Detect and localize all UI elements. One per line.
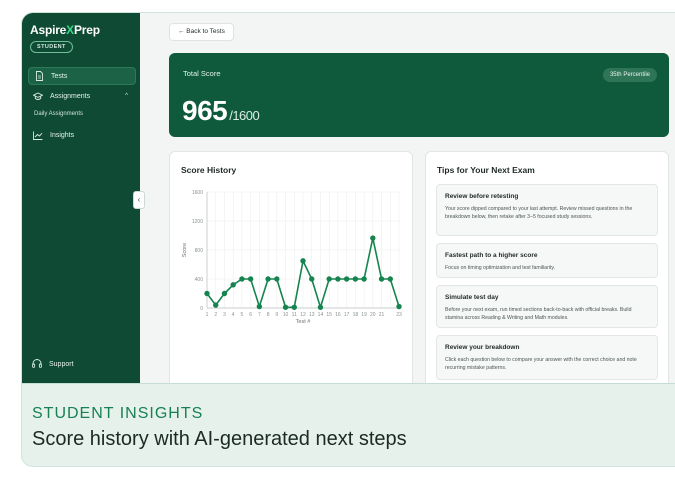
sidebar-item-daily-assignments[interactable]: Daily Assignments [34, 111, 83, 117]
caption-kicker: STUDENT INSIGHTS [32, 405, 204, 422]
x-tick-label: 15 [326, 312, 332, 318]
percentile-badge: 35th Percentile [602, 68, 657, 82]
chevron-up-icon: ^ [125, 93, 128, 99]
total-score-max: /1600 [229, 108, 260, 123]
x-tick-label: 6 [249, 312, 252, 318]
data-point [300, 258, 306, 264]
tip-body: Click each question below to compare you… [445, 357, 637, 372]
data-point [343, 276, 350, 282]
data-point [247, 276, 254, 282]
score-history-chart: 0400800120016001 2 3 4 5 6 7 8 9 10 11 12 13 14 15 16 17… [182, 190, 402, 325]
sidebar-item-assignments[interactable]: Assignments ^ [28, 87, 136, 105]
data-point [213, 302, 219, 308]
support-link[interactable]: Support [32, 359, 74, 370]
graduation-cap-icon [33, 91, 43, 101]
x-tick-label: 8 [267, 312, 270, 318]
x-tick-label: 9 [275, 312, 278, 318]
x-tick-label: 1 [206, 312, 209, 318]
y-tick-label: 1200 [192, 219, 203, 225]
tip-body: Your score dipped compared to your last … [445, 206, 633, 221]
total-score-card: Total Score 965/1600 35th Percentile [169, 53, 669, 137]
main-content: ← Back to Tests Total Score 965/1600 35t… [140, 13, 675, 391]
x-tick-label: 19 [361, 312, 367, 318]
caption-title: Score history with AI-generated next ste… [32, 428, 407, 450]
y-tick-label: 400 [195, 277, 204, 283]
total-score-value: 965/1600 [182, 95, 260, 126]
data-point [370, 235, 376, 241]
data-point [291, 304, 297, 310]
support-label: Support [49, 361, 74, 368]
data-point [282, 304, 289, 310]
x-tick-label: 17 [344, 312, 350, 318]
x-tick-label: 4 [232, 312, 235, 318]
tip-body: Before your next exam, run timed section… [445, 307, 632, 322]
sidebar-item-tests[interactable]: Tests [28, 67, 136, 85]
tip-title: Review before retesting [445, 193, 519, 200]
data-point [396, 303, 402, 310]
x-tick-label: 10 [283, 312, 289, 318]
tip-card[interactable]: Review before retesting Your score dippe… [436, 184, 658, 236]
line-chart-icon [33, 130, 43, 140]
sidebar: AspireXPrep STUDENT Tests Assignments ^ … [22, 13, 140, 383]
back-to-tests-button[interactable]: ← Back to Tests [169, 23, 234, 41]
x-tick-label: 16 [335, 312, 341, 318]
tip-title: Review your breakdown [445, 344, 520, 351]
tip-card[interactable]: Simulate test day Before your next exam,… [436, 285, 658, 328]
x-tick-label: 18 [353, 312, 359, 318]
y-axis-label: Score [182, 243, 188, 257]
data-point [256, 303, 263, 310]
x-tick-label: 5 [241, 312, 244, 318]
data-point [361, 276, 367, 282]
x-tick-label: 23 [396, 312, 402, 318]
data-point [204, 290, 210, 297]
screenshot-card: AspireXPrep STUDENT Tests Assignments ^ … [21, 12, 675, 467]
data-point [378, 276, 385, 282]
x-tick-label: 14 [318, 312, 324, 318]
data-point [265, 276, 271, 282]
data-point [326, 276, 332, 282]
tips-panel: Tips for Your Next Exam Review before re… [425, 151, 669, 391]
document-icon [34, 71, 44, 81]
sidebar-item-insights[interactable]: Insights [28, 126, 136, 144]
tip-title: Fastest path to a higher score [445, 252, 538, 259]
data-point [309, 276, 315, 282]
data-point [274, 276, 280, 282]
sidebar-item-label: Insights [50, 131, 75, 139]
headset-icon [32, 359, 42, 370]
app-logo[interactable]: AspireXPrep [30, 23, 100, 37]
tip-card[interactable]: Fastest path to a higher score Focus on … [436, 243, 658, 278]
caption-banner: STUDENT INSIGHTS Score history with AI-g… [22, 383, 675, 466]
tips-title: Tips for Your Next Exam [437, 165, 535, 175]
x-tick-label: 7 [258, 312, 261, 318]
x-tick-label: 20 [370, 312, 376, 318]
data-point [387, 276, 393, 282]
data-point [317, 304, 324, 310]
data-point [352, 276, 359, 282]
x-tick-label: 2 [214, 312, 217, 318]
sidebar-item-label: Tests [51, 72, 68, 80]
role-badge: STUDENT [30, 41, 73, 53]
y-tick-label: 0 [200, 306, 203, 312]
data-point [230, 282, 236, 288]
y-tick-label: 800 [195, 248, 204, 254]
data-point [239, 276, 245, 282]
tip-title: Simulate test day [445, 294, 499, 301]
total-score-label: Total Score [183, 69, 221, 78]
x-axis-label: Test # [296, 319, 312, 325]
x-tick-label: 3 [223, 312, 226, 318]
x-tick-label: 11 [292, 312, 297, 318]
data-point [335, 276, 341, 282]
data-point [221, 290, 228, 297]
collapse-sidebar-button[interactable]: ‹ [133, 191, 145, 209]
sidebar-item-label: Assignments [50, 92, 91, 100]
x-tick-label: 12 [300, 312, 306, 318]
x-tick-label: 21 [379, 312, 385, 318]
tip-card[interactable]: Review your breakdown Click each questio… [436, 335, 658, 380]
x-tick-label: 13 [309, 312, 315, 318]
score-history-panel: Score History 0 400 800 1200 1600 1 2 3 4 5 6 7 8 9 10… [169, 151, 413, 391]
y-tick-label: 1600 [192, 190, 203, 196]
tip-body: Focus on timing optimization and test fa… [445, 265, 556, 271]
